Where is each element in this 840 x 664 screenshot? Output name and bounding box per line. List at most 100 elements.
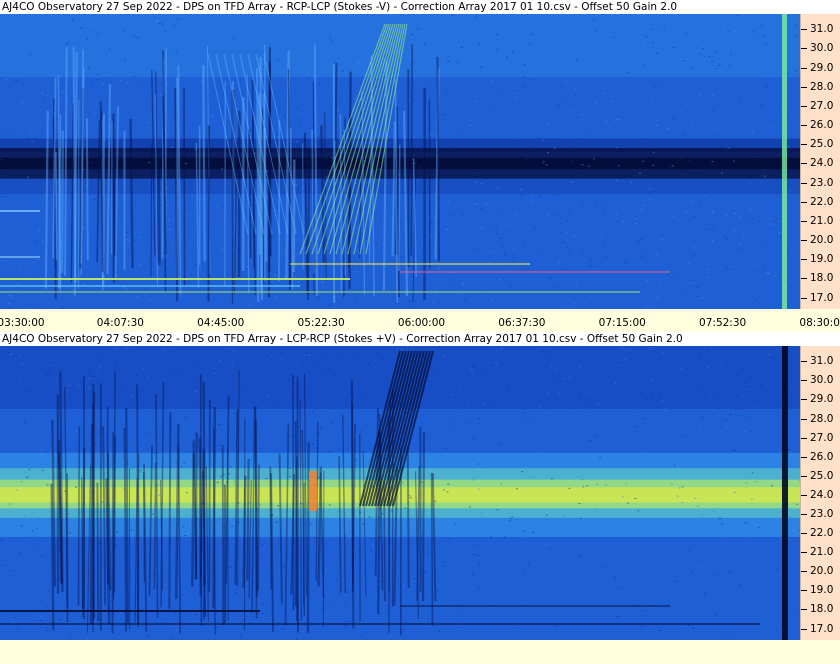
- noise-speckle: [337, 510, 340, 512]
- noise-speckle: [0, 595, 3, 597]
- noise-speckle: [776, 217, 779, 219]
- noise-speckle: [275, 556, 278, 558]
- noise-speckle: [706, 21, 709, 23]
- y-tick: [801, 437, 807, 439]
- noise-speckle: [249, 441, 252, 443]
- noise-speckle: [478, 43, 481, 45]
- noise-speckle: [532, 532, 535, 534]
- noise-speckle: [698, 93, 701, 95]
- noise-speckle: [557, 138, 560, 140]
- noise-speckle: [793, 351, 796, 353]
- noise-speckle: [108, 48, 111, 50]
- noise-speckle: [473, 366, 476, 368]
- noise-speckle: [656, 296, 659, 298]
- noise-speckle: [569, 376, 572, 378]
- noise-speckle: [624, 261, 627, 263]
- noise-speckle: [516, 92, 519, 94]
- noise-speckle: [106, 73, 109, 75]
- noise-speckle: [612, 100, 615, 102]
- noise-speckle: [438, 267, 441, 269]
- spectrogram-stokes-plus-v: [0, 346, 800, 640]
- noise-speckle: [162, 48, 165, 50]
- noise-speckle: [788, 189, 791, 191]
- noise-speckle: [305, 72, 308, 74]
- noise-speckle: [695, 286, 698, 288]
- noise-speckle: [131, 396, 134, 398]
- noise-speckle: [756, 406, 759, 408]
- noise-speckle: [229, 566, 232, 568]
- noise-speckle: [651, 28, 654, 30]
- noise-speckle: [424, 593, 427, 595]
- noise-speckle: [502, 246, 505, 248]
- noise-speckle: [652, 164, 655, 166]
- noise-speckle: [413, 137, 416, 139]
- noise-speckle: [657, 113, 660, 115]
- noise-speckle: [535, 436, 538, 438]
- noise-speckle: [594, 29, 597, 31]
- noise-speckle: [487, 427, 490, 429]
- noise-speckle: [571, 160, 574, 162]
- noise-speckle: [711, 61, 714, 63]
- noise-speckle: [354, 527, 357, 529]
- noise-speckle: [745, 543, 748, 545]
- noise-speckle: [565, 303, 568, 305]
- noise-speckle: [151, 513, 154, 515]
- noise-speckle: [447, 483, 450, 485]
- noise-speckle: [581, 114, 584, 116]
- noise-speckle: [374, 252, 377, 254]
- noise-speckle: [46, 94, 49, 96]
- noise-speckle: [795, 408, 798, 410]
- noise-speckle: [714, 51, 717, 53]
- noise-speckle: [100, 355, 103, 357]
- noise-speckle: [595, 205, 598, 207]
- noise-speckle: [592, 20, 595, 22]
- noise-speckle: [329, 37, 332, 39]
- noise-speckle: [468, 506, 471, 508]
- noise-speckle: [497, 230, 500, 232]
- noise-speckle: [184, 534, 187, 536]
- noise-speckle: [329, 160, 332, 162]
- noise-speckle: [473, 248, 476, 250]
- noise-speckle: [151, 583, 154, 585]
- noise-speckle: [728, 20, 731, 22]
- noise-speckle: [381, 359, 384, 361]
- noise-speckle: [98, 366, 101, 368]
- noise-speckle: [651, 602, 654, 604]
- noise-speckle: [650, 379, 653, 381]
- noise-speckle: [39, 620, 42, 622]
- noise-speckle: [211, 185, 214, 187]
- noise-speckle: [663, 198, 666, 200]
- noise-speckle: [589, 440, 592, 442]
- noise-speckle: [441, 420, 444, 422]
- noise-speckle: [254, 149, 257, 151]
- noise-speckle: [616, 616, 619, 618]
- noise-speckle: [31, 512, 34, 514]
- noise-speckle: [359, 636, 362, 638]
- noise-speckle: [450, 585, 453, 587]
- noise-speckle: [712, 109, 715, 111]
- noise-speckle: [527, 610, 530, 612]
- noise-speckle: [91, 82, 94, 84]
- noise-speckle: [115, 348, 118, 350]
- burst-striation: [61, 130, 64, 273]
- x-tick-label: 07:15:00: [598, 317, 646, 329]
- noise-speckle: [737, 248, 740, 250]
- y-tick-label: 23.0: [810, 176, 834, 189]
- noise-speckle: [750, 182, 753, 184]
- noise-speckle: [1, 130, 4, 132]
- burst-striation: [254, 419, 259, 597]
- noise-speckle: [135, 374, 138, 376]
- noise-speckle: [324, 592, 327, 594]
- y-tick: [801, 418, 807, 420]
- noise-speckle: [30, 133, 33, 135]
- noise-speckle: [171, 146, 174, 148]
- noise-speckle: [223, 17, 226, 19]
- noise-speckle: [147, 161, 150, 163]
- noise-speckle: [206, 428, 209, 430]
- noise-speckle: [408, 495, 411, 497]
- noise-speckle: [564, 547, 567, 549]
- noise-speckle: [193, 130, 196, 132]
- x-tick-label: 08:30:00: [799, 317, 840, 329]
- noise-speckle: [640, 209, 643, 211]
- noise-speckle: [40, 448, 43, 450]
